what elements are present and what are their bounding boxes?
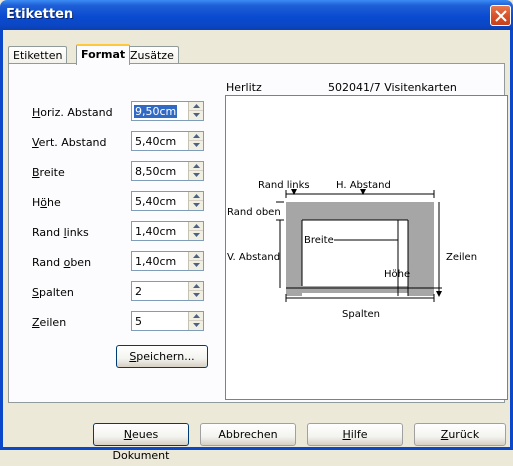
spin-down-icon (193, 173, 200, 177)
zeilen-label: Zeilen (32, 316, 67, 329)
hoehe-down-button[interactable] (189, 201, 203, 210)
title-bar: Etiketten (0, 0, 513, 30)
hilfe-key: H (342, 428, 351, 441)
breite-value[interactable]: 8,50cm (135, 165, 176, 178)
horiz-abstand-up-button[interactable] (189, 102, 203, 111)
label-left-bar (286, 202, 302, 296)
tab-zusaetze-label: Zusätze (130, 49, 174, 62)
vert-abstand-up-button[interactable] (189, 132, 203, 141)
hilfe-button[interactable]: Hilfe (307, 423, 403, 446)
horiz-abstand-down-button[interactable] (189, 111, 203, 120)
spalten-down-button[interactable] (189, 291, 203, 300)
spalten-up-button[interactable] (189, 282, 203, 291)
zeilen-value[interactable]: 5 (135, 315, 142, 328)
horiz-abstand-field[interactable]: 9,50cm (131, 101, 204, 121)
preview-product: 502041/7 Visitenkarten (328, 81, 457, 94)
spin-up-icon (193, 314, 200, 318)
close-icon (495, 10, 507, 22)
spalten-value[interactable]: 2 (135, 285, 142, 298)
zurueck-label: urück (448, 428, 480, 441)
rand-oben-value[interactable]: 1,40cm (135, 255, 176, 268)
label-layout-diagram: Rand links H. Abstand Rand oben Breite V… (227, 180, 477, 320)
spin-down-icon (193, 233, 200, 237)
spalten-label: Spalten (32, 286, 74, 299)
breite-down-button[interactable] (189, 171, 203, 180)
spin-down-icon (193, 263, 200, 267)
label-preview: Rand links H. Abstand Rand oben Breite V… (225, 95, 508, 400)
h-abstand-text: H. Abstand (336, 180, 391, 191)
hilfe-label: ilfe (350, 428, 368, 441)
close-button[interactable] (490, 5, 511, 26)
rand-links-text: Rand links (258, 180, 310, 191)
vert-abstand-down-button[interactable] (189, 141, 203, 150)
spin-down-icon (193, 293, 200, 297)
tab-format-label: Format (81, 48, 126, 61)
neues-dokument-button[interactable]: Neues Dokument (93, 423, 189, 462)
zeilen-field[interactable]: 5 (131, 311, 204, 331)
vert-abstand-field[interactable]: 5,40cm (131, 131, 204, 151)
window-title: Etiketten (6, 7, 74, 22)
rand-oben-up-button[interactable] (189, 252, 203, 261)
spin-down-icon (193, 203, 200, 207)
spin-up-icon (193, 194, 200, 198)
horiz-abstand-label: Horiz. Abstand (32, 106, 113, 119)
spin-up-icon (193, 254, 200, 258)
spin-up-icon (193, 134, 200, 138)
spin-down-icon (193, 113, 200, 117)
spalten-text: Spalten (342, 309, 380, 320)
vert-abstand-value[interactable]: 5,40cm (135, 135, 176, 148)
preview-brand: Herlitz (226, 81, 262, 94)
rand-links-value[interactable]: 1,40cm (135, 225, 176, 238)
spalten-field[interactable]: 2 (131, 281, 204, 301)
hoehe-up-button[interactable] (189, 192, 203, 201)
label-bottom-bar (302, 286, 408, 293)
spin-up-icon (193, 164, 200, 168)
label-right-bar (408, 202, 434, 296)
rand-oben-field[interactable]: 1,40cm (131, 251, 204, 271)
hoehe-label: Höhe (32, 196, 61, 209)
speichern-label: peichern... (136, 350, 195, 363)
rand-links-field[interactable]: 1,40cm (131, 221, 204, 241)
tab-etiketten[interactable]: Etiketten (8, 46, 68, 64)
breite-label: Breite (32, 166, 65, 179)
spin-up-icon (193, 224, 200, 228)
spin-up-icon (193, 104, 200, 108)
rand-links-label: Rand links (32, 226, 89, 239)
abbrechen-button[interactable]: Abbrechen (200, 423, 296, 446)
spin-down-icon (193, 323, 200, 327)
rand-oben-text: Rand oben (227, 207, 281, 218)
hoehe-text: Höhe (384, 269, 410, 280)
tab-zusaetze[interactable]: Zusätze (125, 46, 179, 64)
abbrechen-label: Abbrechen (218, 428, 278, 441)
rand-links-down-button[interactable] (189, 231, 203, 240)
zurueck-button[interactable]: Zurück (414, 423, 506, 446)
speichern-button[interactable]: Speichern... (116, 345, 208, 368)
neues-dokument-key: N (123, 428, 132, 441)
zeilen-down-button[interactable] (189, 321, 203, 330)
hoehe-field[interactable]: 5,40cm (131, 191, 204, 211)
spin-down-icon (193, 143, 200, 147)
zeilen-arrow (436, 291, 442, 297)
zeilen-up-button[interactable] (189, 312, 203, 321)
tab-format[interactable]: Format (76, 44, 131, 65)
rand-oben-label: Rand oben (32, 256, 92, 269)
v-abstand-text: V. Abstand (227, 252, 280, 263)
rand-oben-down-button[interactable] (189, 261, 203, 270)
breite-up-button[interactable] (189, 162, 203, 171)
hoehe-value[interactable]: 5,40cm (135, 195, 176, 208)
horiz-abstand-value[interactable]: 9,50cm (134, 105, 178, 118)
spin-up-icon (193, 284, 200, 288)
breite-field[interactable]: 8,50cm (131, 161, 204, 181)
window-frame-left (0, 30, 3, 450)
tab-etiketten-label: Etiketten (13, 49, 63, 62)
neues-dokument-label: eues Dokument (112, 428, 170, 462)
rand-links-up-button[interactable] (189, 222, 203, 231)
breite-text: Breite (304, 235, 334, 246)
vert-abstand-label: Vert. Abstand (32, 136, 107, 149)
zeilen-text: Zeilen (446, 252, 477, 263)
